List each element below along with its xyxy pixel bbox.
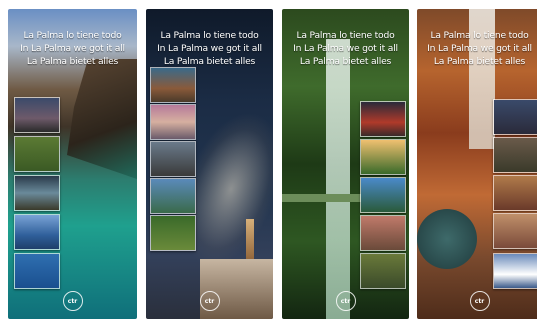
photo-thumbnail bbox=[150, 104, 196, 140]
rock-pool bbox=[417, 209, 477, 269]
poster-headline: La Palma lo tiene todo In La Palma we go… bbox=[8, 29, 137, 68]
photo-thumbnail bbox=[150, 141, 196, 177]
photo-thumbnail bbox=[14, 136, 60, 172]
photo-thumbnail bbox=[360, 215, 406, 251]
footbridge bbox=[282, 194, 362, 202]
ctr-logo: ctr bbox=[469, 291, 490, 311]
photo-thumbnail bbox=[150, 178, 196, 214]
photo-thumbnail bbox=[360, 101, 406, 137]
ctr-logo: ctr bbox=[335, 291, 356, 311]
photo-thumbnail bbox=[493, 175, 537, 211]
headline-spanish: La Palma lo tiene todo bbox=[160, 30, 259, 41]
headline-german: La Palma bietet alles bbox=[433, 56, 526, 67]
photo-thumbnail bbox=[360, 177, 406, 213]
headline-german: La Palma bietet alles bbox=[26, 56, 119, 67]
photo-thumbnail bbox=[14, 253, 60, 289]
ctr-logo: ctr bbox=[199, 291, 220, 311]
poster-headline: La Palma lo tiene todo In La Palma we go… bbox=[146, 29, 273, 68]
photo-thumbnail bbox=[14, 214, 60, 250]
poster-panel-night-sky: La Palma lo tiene todo In La Palma we go… bbox=[146, 9, 273, 319]
poster-headline: La Palma lo tiene todo In La Palma we go… bbox=[282, 29, 409, 68]
poster-panel-coast: La Palma lo tiene todo In La Palma we go… bbox=[8, 9, 137, 319]
photo-thumbnail bbox=[493, 137, 537, 173]
headline-german: La Palma bietet alles bbox=[299, 56, 392, 67]
photo-thumbnail bbox=[14, 97, 60, 133]
headline-spanish: La Palma lo tiene todo bbox=[430, 30, 529, 41]
poster-panel-red-rocks: La Palma lo tiene todo In La Palma we go… bbox=[417, 9, 537, 319]
ctr-logo: ctr bbox=[62, 291, 83, 311]
headline-english: In La Palma we got it all bbox=[427, 43, 532, 54]
waterfall bbox=[326, 39, 350, 319]
headline-english: In La Palma we got it all bbox=[293, 43, 398, 54]
photo-thumbnail bbox=[360, 139, 406, 175]
photo-thumbnail bbox=[493, 253, 537, 289]
headline-english: In La Palma we got it all bbox=[157, 43, 262, 54]
photo-thumbnail bbox=[493, 99, 537, 135]
poster-headline: La Palma lo tiene todo In La Palma we go… bbox=[417, 29, 537, 68]
headline-spanish: La Palma lo tiene todo bbox=[23, 30, 122, 41]
photo-thumbnail bbox=[14, 175, 60, 211]
photo-thumbnail bbox=[493, 213, 537, 249]
poster-panel-forest: La Palma lo tiene todo In La Palma we go… bbox=[282, 9, 409, 319]
photo-thumbnail bbox=[150, 215, 196, 251]
headline-english: In La Palma we got it all bbox=[20, 43, 125, 54]
headline-spanish: La Palma lo tiene todo bbox=[296, 30, 395, 41]
photo-thumbnail bbox=[150, 67, 196, 103]
photo-thumbnail bbox=[360, 253, 406, 289]
